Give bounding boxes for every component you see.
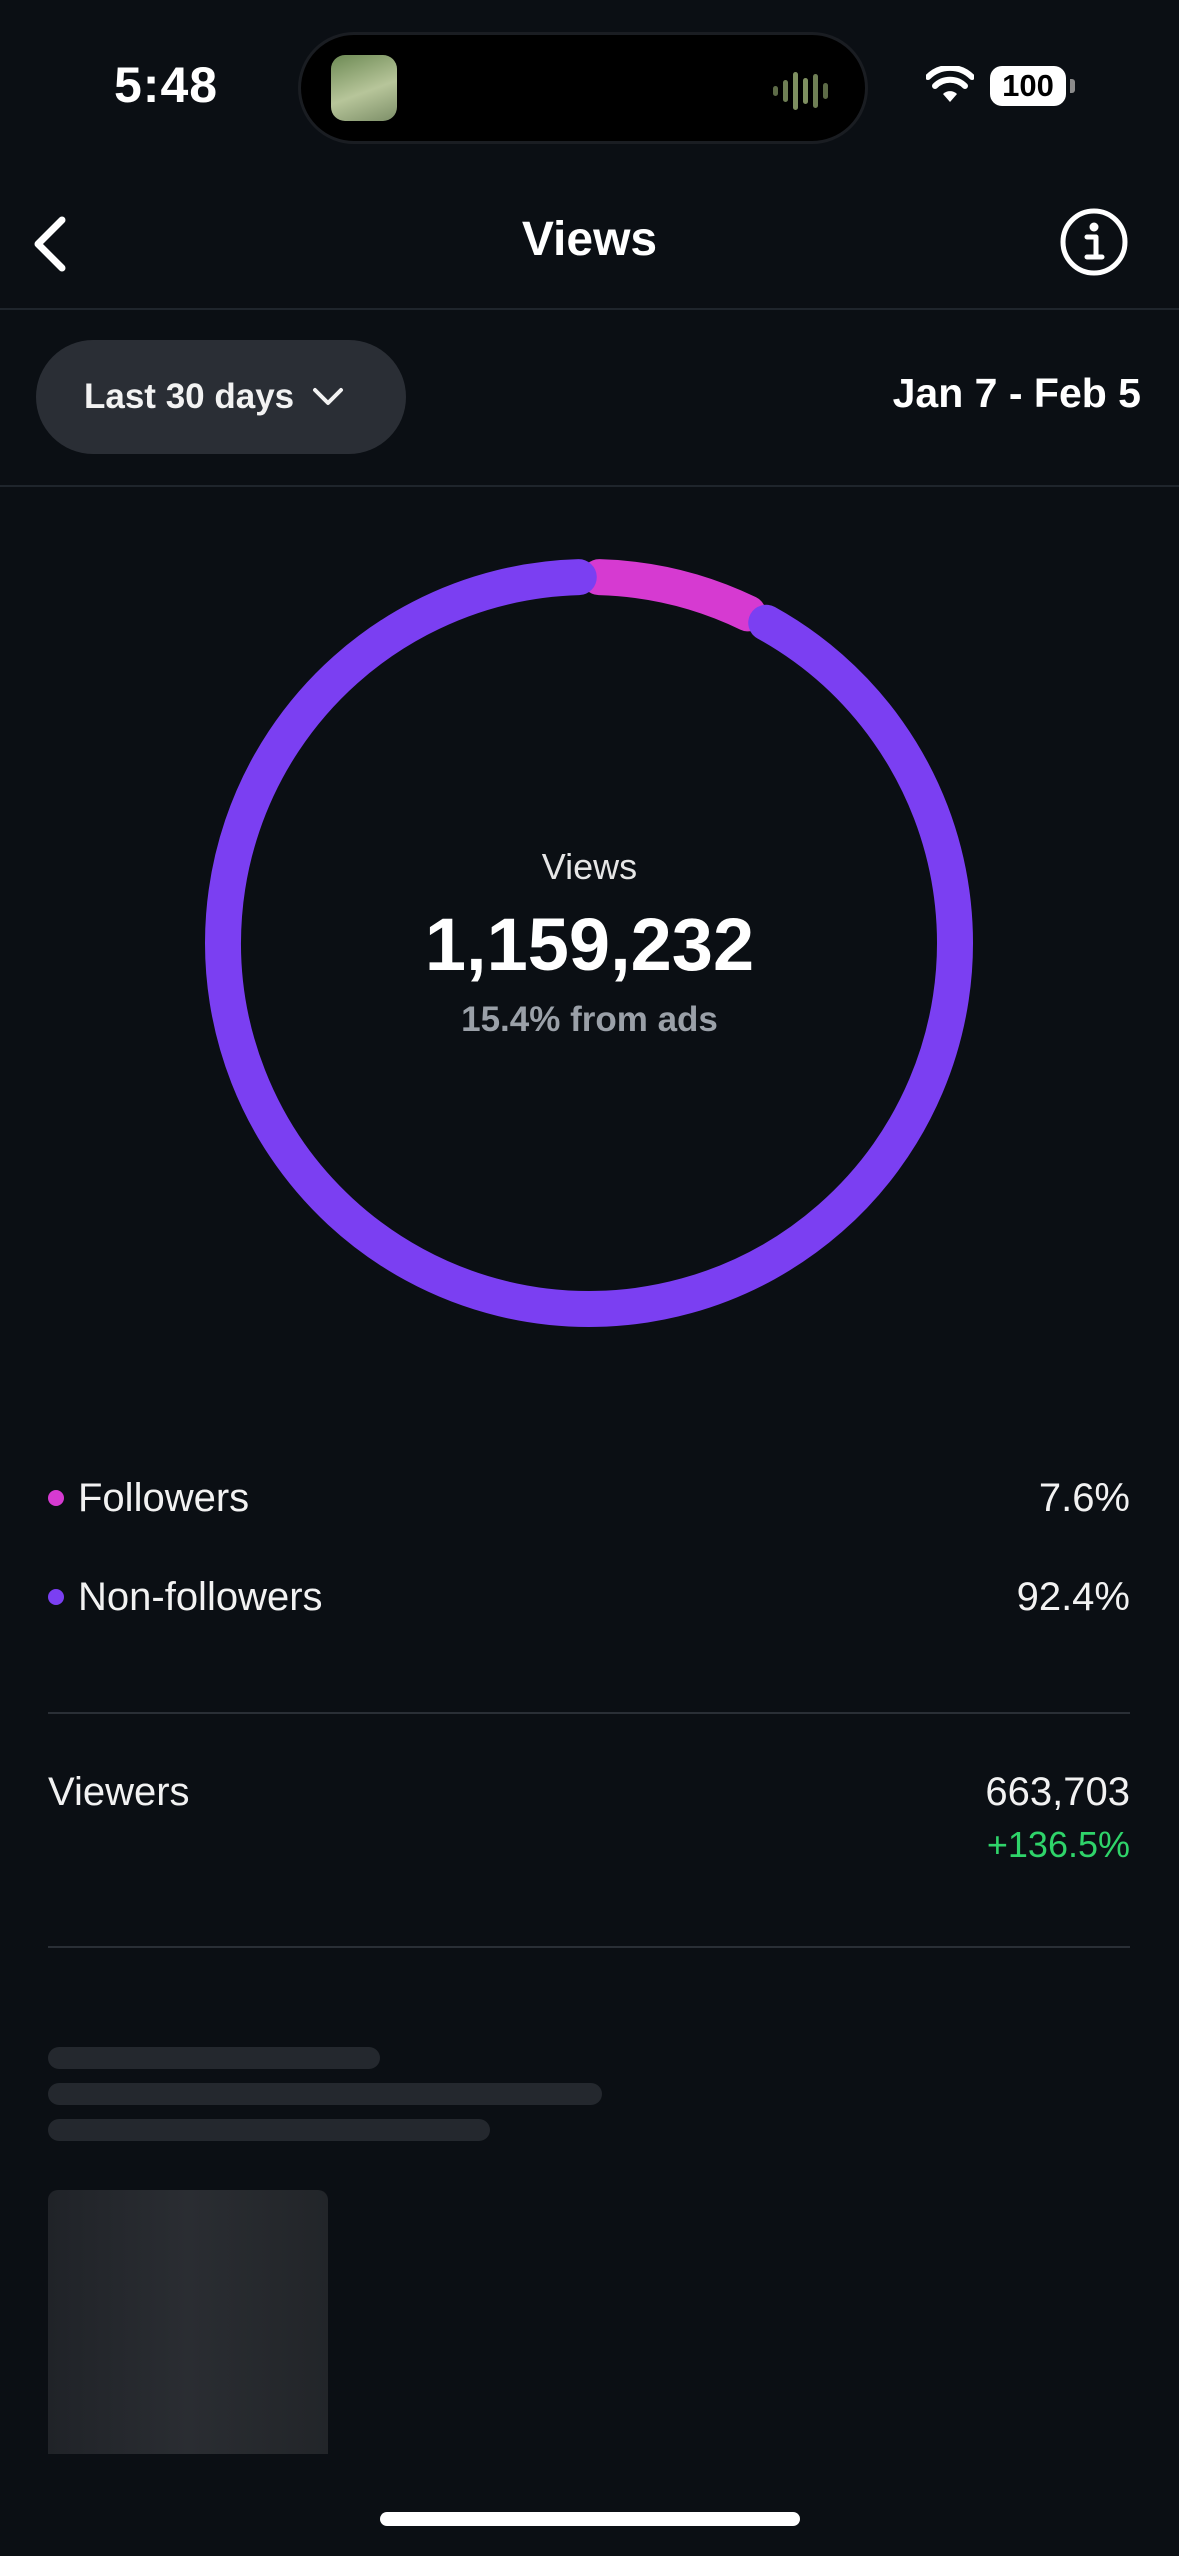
- date-range-dropdown[interactable]: Last 30 days: [36, 340, 406, 454]
- home-indicator[interactable]: [380, 2512, 800, 2526]
- wifi-icon: [926, 66, 974, 102]
- non-followers-color-dot: [48, 1589, 64, 1605]
- legend-label: Followers: [78, 1475, 250, 1520]
- date-range-text: Jan 7 - Feb 5: [892, 370, 1141, 416]
- viewers-change-badge: +136.5%: [986, 1824, 1130, 1865]
- filter-divider: [0, 485, 1179, 487]
- viewers-label: Viewers: [48, 1770, 190, 1814]
- audio-waveform-icon: [773, 72, 828, 110]
- info-icon: [1060, 208, 1128, 276]
- date-range-dropdown-label: Last 30 days: [84, 377, 295, 416]
- chart-center-label: Views: [541, 846, 638, 887]
- ads-share-note: 15.4% from ads: [461, 1000, 718, 1039]
- views-insights-screen: 5:48 100 Views Last 30 days Jan 7 - Feb …: [0, 0, 1179, 2556]
- dynamic-island[interactable]: [298, 32, 868, 144]
- section-divider: [48, 1946, 1130, 1948]
- section-divider: [48, 1712, 1130, 1714]
- legend-item-non-followers: Non-followers 92.4%: [48, 1567, 1130, 1627]
- loading-skeleton-line: [48, 2083, 602, 2105]
- chevron-down-icon: [313, 388, 344, 405]
- loading-skeleton-line: [48, 2119, 490, 2141]
- legend-label: Non-followers: [78, 1574, 323, 1619]
- followers-color-dot: [48, 1490, 64, 1506]
- page-title: Views: [521, 213, 658, 266]
- legend-percent: 7.6%: [1038, 1475, 1130, 1520]
- now-playing-artwork: [331, 55, 397, 121]
- loading-skeleton-line: [48, 2047, 380, 2069]
- donut-segment-followers: [581, 559, 767, 632]
- header-divider: [0, 308, 1179, 310]
- total-views-value: 1,159,232: [424, 903, 755, 986]
- battery-icon: 100: [990, 66, 1075, 106]
- viewers-value: 663,703: [985, 1770, 1130, 1814]
- loading-skeleton-card: [48, 2190, 328, 2454]
- status-time: 5:48: [114, 57, 219, 113]
- info-button[interactable]: [1058, 206, 1130, 278]
- legend-percent: 92.4%: [1016, 1574, 1130, 1619]
- legend-item-followers: Followers 7.6%: [48, 1468, 1130, 1528]
